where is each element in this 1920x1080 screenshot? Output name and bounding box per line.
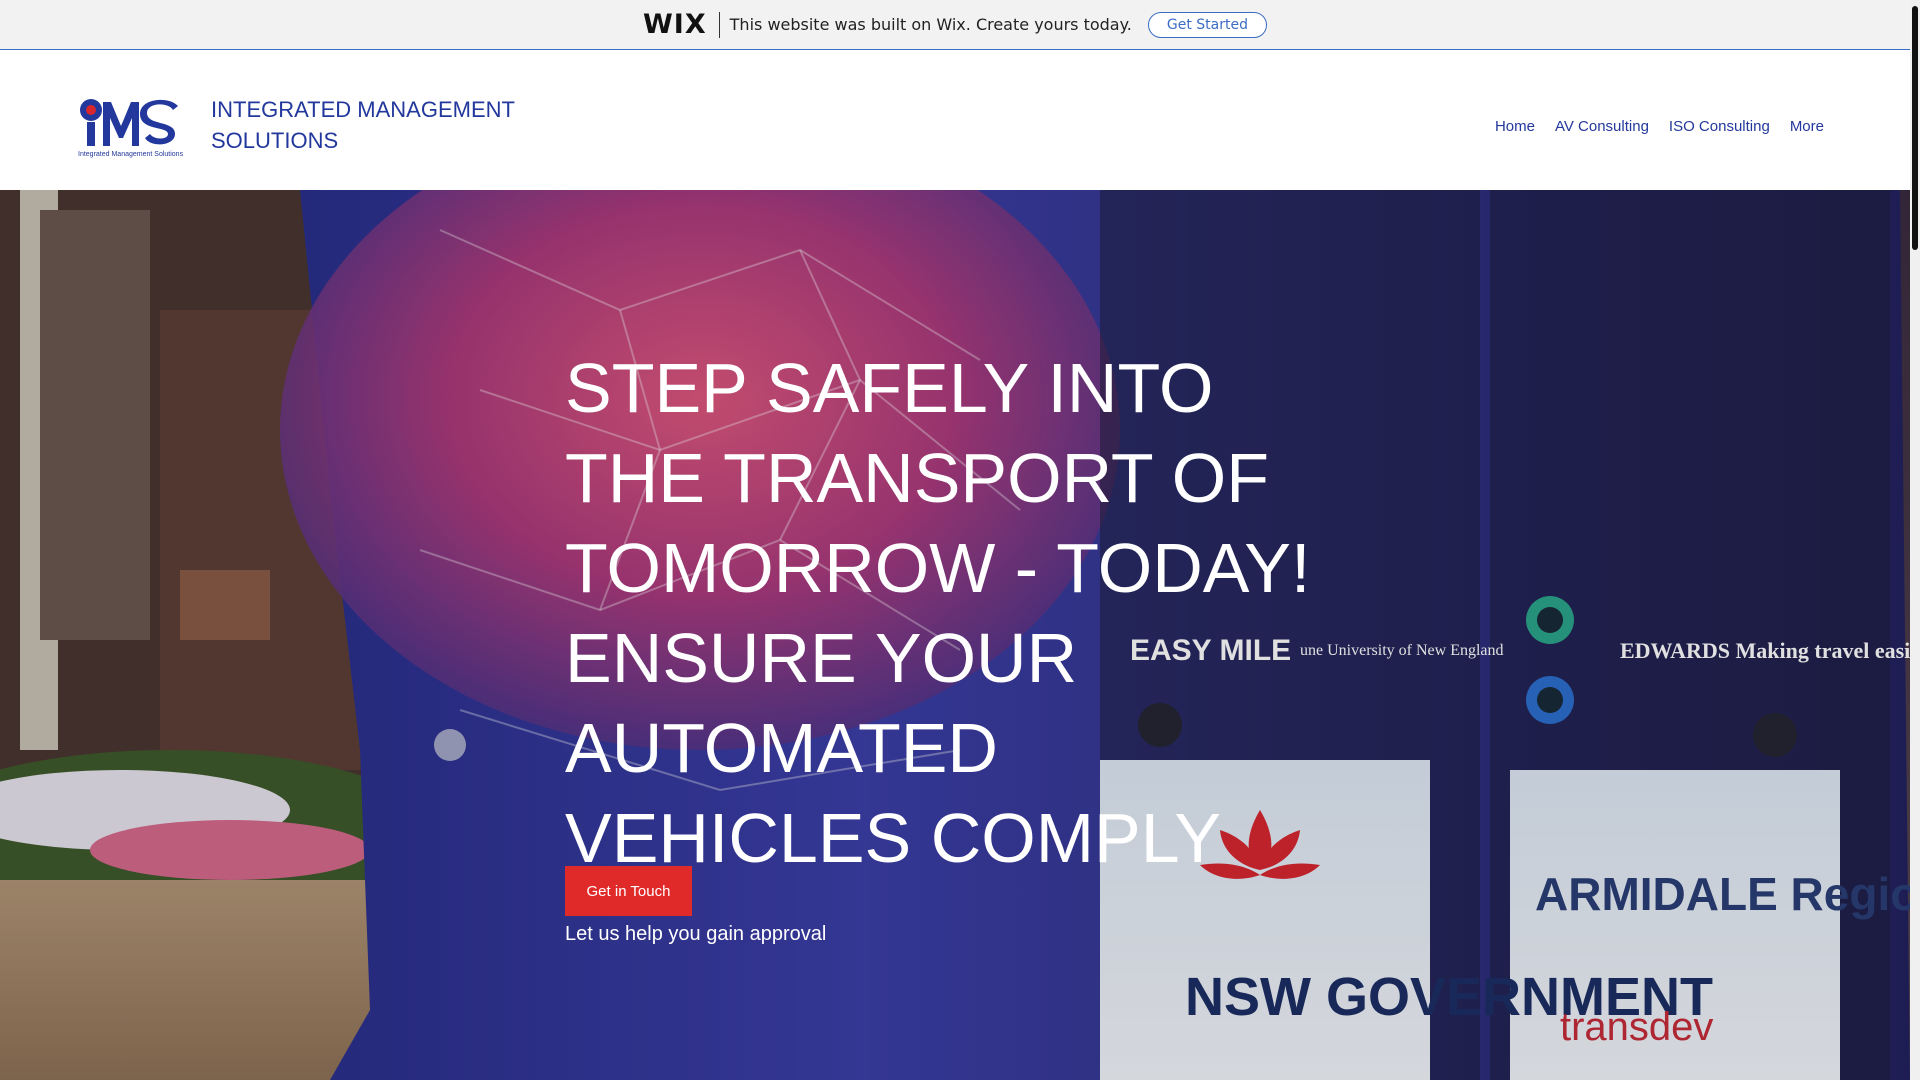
- get-in-touch-button[interactable]: Get in Touch: [565, 866, 692, 916]
- hero-heading-line: ENSURE YOUR: [565, 619, 1078, 697]
- main-nav: Home AV Consulting ISO Consulting More: [1475, 118, 1824, 135]
- hero-heading-line: STEP SAFELY INTO: [565, 349, 1214, 427]
- hero-heading-line: AUTOMATED: [565, 709, 998, 787]
- wix-banner-message: This website was built on Wix. Create yo…: [729, 15, 1132, 34]
- get-started-button[interactable]: Get Started: [1147, 11, 1267, 38]
- site-title-line2: SOLUTIONS: [211, 128, 339, 153]
- site-title-line1: INTEGRATED MANAGEMENT: [211, 97, 515, 122]
- wix-banner: WIX This website was built on Wix. Creat…: [0, 0, 1910, 50]
- nav-more[interactable]: More: [1790, 118, 1824, 135]
- banner-divider: [718, 11, 720, 38]
- site-header: Integrated Management Solutions INTEGRAT…: [0, 50, 1910, 190]
- page-scrollbar[interactable]: [1910, 0, 1920, 1080]
- ims-logo[interactable]: Integrated Management Solutions: [77, 96, 198, 158]
- logo-tagline: Integrated Management Solutions: [78, 151, 184, 158]
- nav-iso-consulting[interactable]: ISO Consulting: [1669, 118, 1770, 135]
- nav-home[interactable]: Home: [1495, 118, 1535, 135]
- hero-heading-line: THE TRANSPORT OF: [565, 439, 1269, 517]
- hero-heading-line: TOMORROW - TODAY!: [565, 529, 1311, 607]
- scrollbar-thumb[interactable]: [1912, 6, 1918, 250]
- site-title[interactable]: INTEGRATED MANAGEMENT SOLUTIONS: [211, 94, 515, 156]
- hero-subheading: Let us help you gain approval: [565, 923, 827, 945]
- hero-heading: STEP SAFELY INTO THE TRANSPORT OF TOMORR…: [565, 343, 1325, 883]
- nav-av-consulting[interactable]: AV Consulting: [1555, 118, 1649, 135]
- wix-logo[interactable]: WIX: [643, 9, 707, 40]
- hero-section: EASY MILE une University of New England …: [0, 190, 1910, 1080]
- hero-content: STEP SAFELY INTO THE TRANSPORT OF TOMORR…: [565, 343, 1325, 946]
